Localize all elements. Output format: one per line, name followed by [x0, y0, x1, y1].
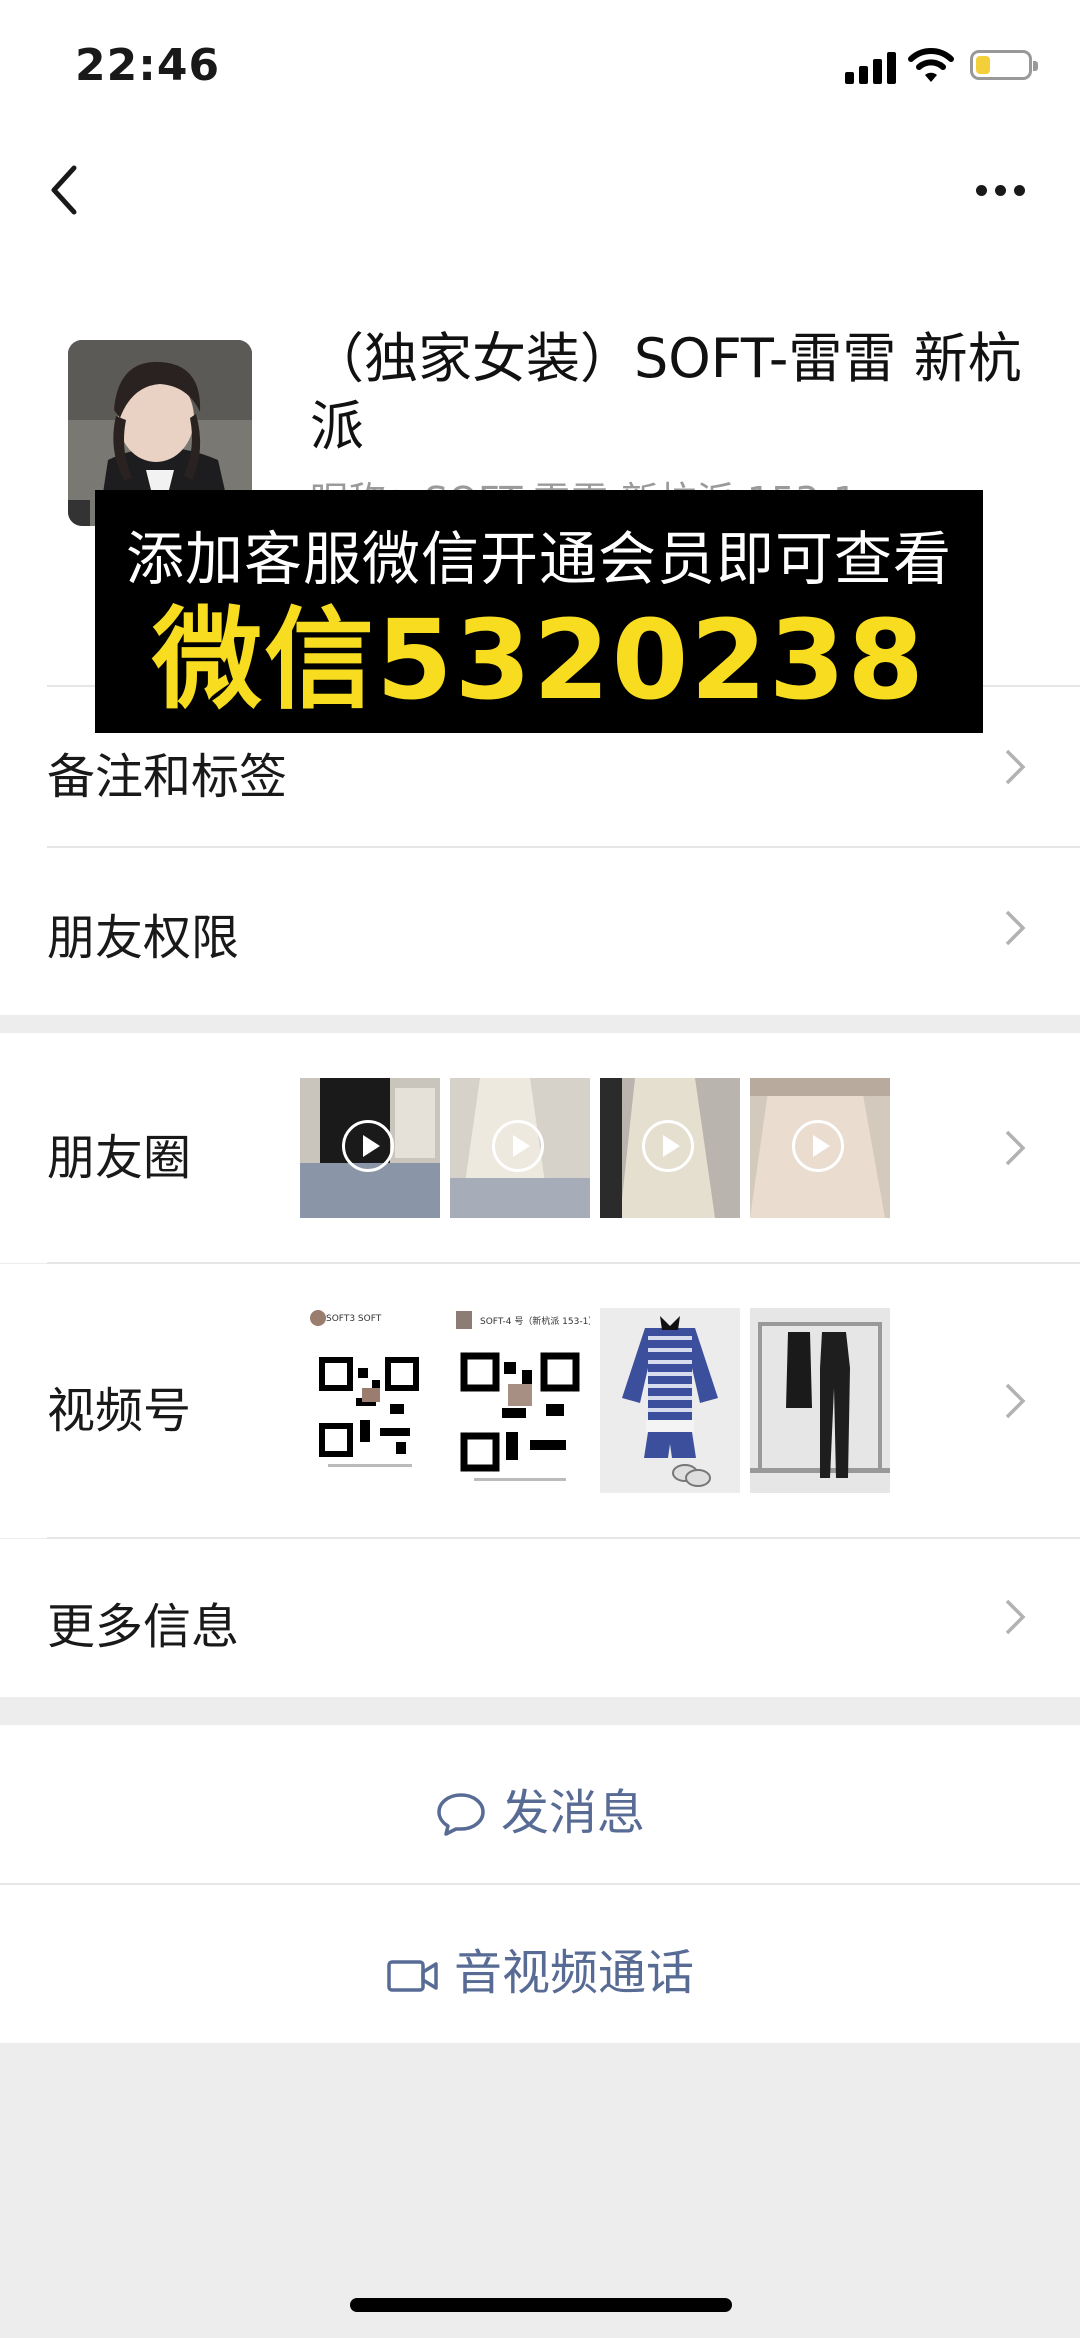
promo-overlay-banner: 添加客服微信开通会员即可查看 微信5320238: [95, 490, 983, 733]
status-bar: 22:46: [0, 0, 1080, 130]
battery-icon: [970, 50, 1038, 80]
friend-permission-row[interactable]: 朋友权限: [0, 848, 1080, 1008]
more-info-label: 更多信息: [47, 1599, 240, 1655]
status-time: 22:46: [75, 40, 221, 91]
profile-name: （独家女装）SOFT-雷雷 新杭派: [310, 327, 1022, 458]
moments-thumb-4: [750, 1078, 890, 1218]
promo-text: 添加客服微信开通会员即可查看: [125, 525, 952, 593]
video-camera-icon: [387, 1960, 438, 1992]
remark-tags-label: 备注和标签: [47, 749, 288, 805]
chevron-right-icon: [1005, 910, 1026, 946]
video-call-button[interactable]: 音视频通话: [0, 1885, 1080, 2043]
channels-product-thumb-1: [600, 1308, 740, 1493]
channels-qr-thumb-1: SOFT3 SOFT: [300, 1308, 440, 1493]
chevron-right-icon: [1005, 749, 1026, 785]
channels-qr-thumb-2: SOFT-4 号（新杭派 153-1）: [450, 1308, 590, 1493]
wifi-icon: [908, 48, 954, 82]
more-options-icon[interactable]: [970, 170, 1030, 210]
channels-row[interactable]: 视频号 SOFT3 SOFT SOFT-4 号（新杭派 153-1）: [0, 1264, 1080, 1538]
moments-thumb-2: [450, 1078, 590, 1218]
promo-wechat-id: 微信5320238: [152, 596, 926, 724]
home-indicator[interactable]: [350, 2298, 732, 2312]
friend-permission-label: 朋友权限: [47, 910, 240, 966]
play-icon: [642, 1120, 694, 1172]
play-icon: [792, 1120, 844, 1172]
send-message-label: 发消息: [500, 1785, 645, 1841]
more-info-row[interactable]: 更多信息: [0, 1539, 1080, 1697]
chevron-right-icon: [1005, 1599, 1026, 1635]
moments-label: 朋友圈: [47, 1130, 192, 1186]
channels-product-thumb-2: [750, 1308, 890, 1493]
signal-icon: [845, 50, 897, 84]
chevron-right-icon: [1005, 1383, 1026, 1419]
channels-label: 视频号: [47, 1383, 192, 1439]
moments-thumb-3: [600, 1078, 740, 1218]
play-icon: [342, 1120, 394, 1172]
moments-row[interactable]: 朋友圈: [0, 1033, 1080, 1263]
chevron-right-icon: [1005, 1130, 1026, 1166]
chat-bubble-icon: [437, 1793, 485, 1836]
play-icon: [492, 1120, 544, 1172]
back-icon[interactable]: [42, 160, 92, 220]
video-call-label: 音视频通话: [453, 1945, 694, 2001]
moments-thumb-1: [300, 1078, 440, 1218]
send-message-button[interactable]: 发消息: [0, 1725, 1080, 1883]
